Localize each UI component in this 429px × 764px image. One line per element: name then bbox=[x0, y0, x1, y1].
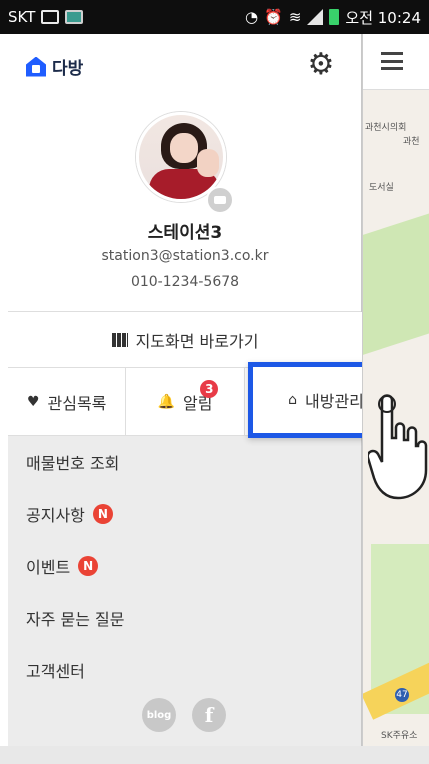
map-shortcut-button[interactable]: 지도화면 바로가기 bbox=[8, 312, 362, 368]
profile-phone: 010-1234-5678 bbox=[130, 274, 240, 290]
status-bar: SKT ◔ ⏰ ≋ 오전 10:24 bbox=[0, 0, 429, 34]
house-icon: ⌂ bbox=[288, 392, 297, 408]
social-links: blog f bbox=[142, 698, 226, 732]
map-label: 과천 bbox=[403, 137, 420, 147]
signal-icon bbox=[307, 9, 324, 25]
dabang-logo-icon bbox=[26, 56, 46, 77]
menu-item-customer-center[interactable]: 고객센터 bbox=[8, 644, 362, 696]
logo-text: 다방 bbox=[52, 59, 84, 79]
profile-email: station3@station3.co.kr bbox=[101, 248, 269, 264]
tap-finger-icon bbox=[368, 394, 428, 500]
eye-icon: ◔ bbox=[245, 8, 259, 26]
new-badge: N bbox=[92, 504, 113, 524]
settings-gear-icon[interactable]: ⚙ bbox=[304, 48, 338, 82]
menu-item-label: 매물번호 조회 bbox=[26, 454, 120, 473]
menu-item-label: 고객센터 bbox=[26, 662, 85, 681]
clock: 오전 10:24 bbox=[345, 8, 421, 27]
facebook-icon[interactable]: f bbox=[192, 698, 226, 732]
map-route-marker: 47 bbox=[395, 688, 409, 702]
bottom-edge bbox=[0, 746, 429, 764]
tab-favorites-label: 관심목록 bbox=[47, 393, 107, 413]
hamburger-menu-icon[interactable] bbox=[381, 52, 403, 70]
tab-favorites[interactable]: ♥ 관심목록 bbox=[8, 368, 125, 435]
profile-name: 스테이션3 bbox=[147, 223, 223, 243]
menu-item-events[interactable]: 이벤트 N bbox=[8, 540, 362, 592]
menu-item-faq[interactable]: 자주 묻는 질문 bbox=[8, 592, 362, 644]
map-view[interactable]: 과천시의회 과천 도서실 47 SK주유소 bbox=[362, 34, 429, 746]
menu-item-listing-lookup[interactable]: 매물번호 조회 bbox=[8, 436, 362, 488]
map-label: 과천시의회 bbox=[365, 123, 407, 133]
map-icon bbox=[111, 332, 128, 347]
avatar-hand bbox=[197, 149, 219, 177]
map-park-area bbox=[363, 213, 429, 355]
avatar-face bbox=[170, 133, 198, 163]
bell-icon: 🔔 bbox=[157, 393, 175, 410]
tab-my-room-label: 내방관리 bbox=[305, 392, 364, 411]
app-notification-icon bbox=[65, 10, 84, 24]
menu-item-label: 이벤트 bbox=[26, 558, 71, 577]
alarm-icon: ⏰ bbox=[264, 8, 283, 26]
wifi-icon: ≋ bbox=[288, 8, 302, 26]
menu-item-label: 자주 묻는 질문 bbox=[26, 610, 125, 629]
tab-notifications[interactable]: 🔔 알림 3 bbox=[125, 368, 243, 435]
battery-icon bbox=[329, 9, 340, 25]
map-label: SK주유소 bbox=[381, 731, 418, 741]
carrier-label: SKT bbox=[8, 8, 36, 26]
camera-icon[interactable] bbox=[206, 186, 234, 214]
blog-icon[interactable]: blog bbox=[142, 698, 176, 732]
map-header bbox=[363, 34, 429, 90]
new-badge: N bbox=[78, 556, 99, 576]
app-logo[interactable]: 다방 bbox=[26, 54, 83, 79]
notification-count-badge: 3 bbox=[200, 380, 219, 398]
menu-item-notices[interactable]: 공지사항 N bbox=[8, 488, 362, 540]
map-shortcut-label: 지도화면 바로가기 bbox=[135, 331, 259, 351]
menu-item-label: 공지사항 bbox=[26, 506, 85, 525]
drawer-menu: 매물번호 조회 공지사항 N 이벤트 N 자주 묻는 질문 고객센터 bbox=[8, 436, 362, 696]
map-label: 도서실 bbox=[369, 183, 394, 193]
gallery-icon bbox=[41, 10, 60, 24]
heart-icon: ♥ bbox=[26, 393, 40, 410]
side-drawer: 다방 ⚙ 스테이션3 station3@station3.co.kr 010-1… bbox=[8, 34, 404, 746]
